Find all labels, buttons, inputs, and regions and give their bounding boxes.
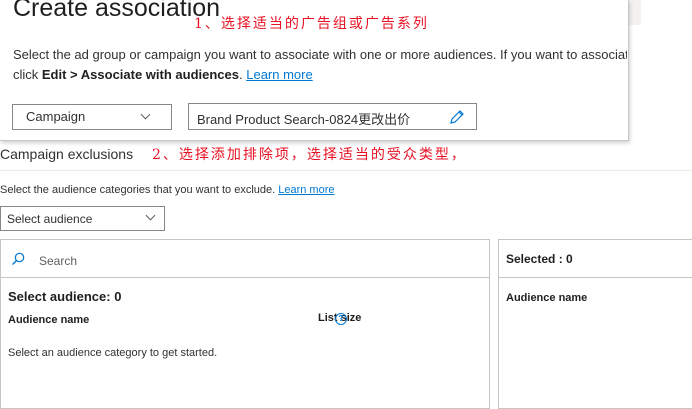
- annotation-step-2: 2、选择添加排除项，选择适当的受众类型，: [152, 147, 467, 163]
- search-input[interactable]: Search: [39, 254, 77, 268]
- search-box[interactable]: Search: [1, 240, 489, 278]
- audience-list-panel: Search Select audience: 0 Audience name …: [0, 239, 490, 409]
- empty-state-message: Select an audience category to get start…: [8, 347, 218, 359]
- divider: [0, 170, 692, 171]
- campaign-exclusions-title: Campaign exclusions: [0, 146, 134, 162]
- chevron-down-icon: [140, 109, 151, 120]
- create-association-dialog: Create association 1、选择适当的广告组或广告系列 Selec…: [0, 0, 629, 141]
- exclusions-description: Select the audience categories that you …: [0, 184, 335, 196]
- chevron-down-icon: [145, 210, 156, 221]
- description-bold-path: Edit > Associate with audiences: [41, 67, 239, 82]
- top-strip: [629, 0, 641, 25]
- campaign-input[interactable]: Brand Product Search-0824更改出价: [188, 103, 477, 130]
- scope-dropdown[interactable]: Campaign: [12, 104, 172, 130]
- scope-dropdown-value: Campaign: [26, 109, 86, 124]
- selected-audience-name-column-header: Audience name: [506, 292, 588, 304]
- dialog-title: Create association: [13, 0, 221, 22]
- help-icon[interactable]: ?: [335, 313, 347, 325]
- dialog-description: Select the ad group or campaign you want…: [13, 45, 627, 85]
- description-line-1: Select the ad group or campaign you want…: [13, 47, 627, 62]
- selected-count: Selected : 0: [506, 252, 573, 266]
- selected-header: Selected : 0: [499, 240, 692, 278]
- annotation-step-1: 1、选择适当的广告组或广告系列: [194, 16, 429, 32]
- audience-dropdown-value: Select audience: [7, 212, 93, 226]
- select-audience-count: Select audience: 0: [8, 289, 122, 304]
- campaign-input-value: Brand Product Search-0824更改出价: [197, 112, 411, 127]
- selected-audiences-panel: Selected : 0 Audience name: [498, 239, 692, 409]
- search-icon: [12, 252, 25, 265]
- exclusions-description-text: Select the audience categories that you …: [0, 184, 279, 196]
- learn-more-link[interactable]: Learn more: [246, 67, 312, 82]
- description-prefix: click: [13, 67, 42, 82]
- audience-name-column-header: Audience name: [8, 314, 90, 326]
- description-line-2: click Edit > Associate with audiences. L…: [13, 65, 627, 85]
- exclusions-learn-more-link[interactable]: Learn more: [278, 184, 334, 196]
- pencil-icon[interactable]: [448, 108, 466, 126]
- audience-category-dropdown[interactable]: Select audience: [0, 206, 165, 231]
